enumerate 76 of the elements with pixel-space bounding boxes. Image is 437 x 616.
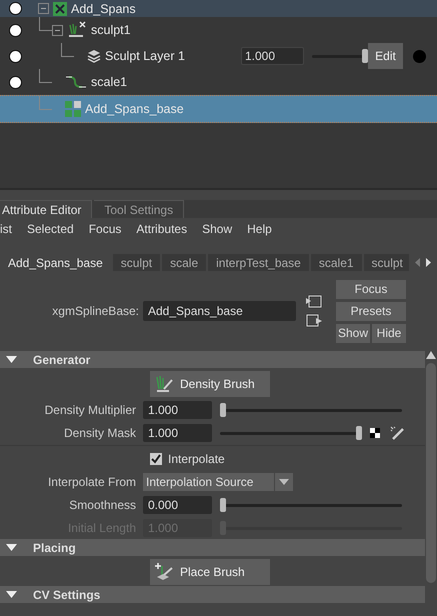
slider-track[interactable] xyxy=(312,49,368,63)
visibility-dot[interactable] xyxy=(8,24,22,36)
menu-item[interactable]: ist xyxy=(0,222,12,236)
input-connection-icon[interactable] xyxy=(306,295,322,308)
checker-icon[interactable] xyxy=(370,428,380,438)
grid-icon xyxy=(65,101,81,117)
node-tab[interactable]: scale1 xyxy=(310,254,362,271)
item-name: sculpt1 xyxy=(91,23,131,37)
slider-track[interactable] xyxy=(220,520,402,534)
scale-icon xyxy=(65,74,87,90)
section-header[interactable]: Placing xyxy=(0,539,425,556)
field-label: Density Mask xyxy=(62,426,137,440)
outliner-row[interactable]: scale1 xyxy=(0,69,437,95)
slider-thumb[interactable] xyxy=(220,402,226,416)
editor-button[interactable]: Hide xyxy=(372,324,406,342)
brush-button[interactable]: Density Brush xyxy=(150,371,270,397)
slider-thumb[interactable] xyxy=(362,49,368,63)
menu-item[interactable]: Focus xyxy=(88,222,122,236)
checkbox-label: Interpolate xyxy=(168,452,225,466)
slider-track[interactable] xyxy=(220,426,362,440)
editor-button[interactable]: Focus xyxy=(336,280,406,298)
menu-item[interactable]: Help xyxy=(247,222,272,236)
edit-button[interactable]: Edit xyxy=(368,43,403,69)
panel-tab[interactable]: Attribute Editor xyxy=(0,200,92,218)
outliner-row[interactable]: sculpt1 xyxy=(0,17,437,43)
collapse-icon[interactable] xyxy=(6,544,17,551)
brush-button[interactable]: Place Brush xyxy=(150,559,270,585)
visibility-dot[interactable] xyxy=(8,76,22,88)
output-connection-icon[interactable] xyxy=(306,314,322,327)
highlighted-outliner-row[interactable]: Add_Spans xyxy=(0,0,437,17)
outliner-row[interactable]: Sculpt Layer 1 1.000 Edit xyxy=(0,43,437,69)
slider-thumb[interactable] xyxy=(220,498,226,512)
editor-button[interactable]: Show xyxy=(336,324,370,342)
visibility-dot[interactable] xyxy=(8,2,22,15)
layers-icon xyxy=(87,49,101,63)
value-field[interactable]: 1.000 xyxy=(143,424,212,442)
selected-outliner-row[interactable]: Add_Spans_base xyxy=(0,95,437,123)
visibility-dot[interactable] xyxy=(8,50,22,62)
node-tab[interactable]: sculpt xyxy=(112,254,160,271)
item-name: Sculpt Layer 1 xyxy=(105,49,185,63)
paint-brush-icon[interactable] xyxy=(390,426,404,440)
section-header[interactable]: Generator xyxy=(0,351,425,368)
menu-item[interactable]: Attributes xyxy=(136,222,188,236)
dropdown[interactable]: Interpolation Source xyxy=(143,472,274,490)
field-label: Interpolate From xyxy=(46,474,137,488)
weight-field[interactable]: 1.000 xyxy=(241,47,304,65)
brush-icon xyxy=(67,21,87,39)
node-tab[interactable]: scale xyxy=(162,254,206,271)
field-label: Density Multiplier xyxy=(44,402,137,416)
right-arrow-icon[interactable] xyxy=(426,258,431,267)
node-tab[interactable]: interpTest_base xyxy=(208,254,309,271)
section-header[interactable]: CV Settings xyxy=(0,586,425,603)
node-name-field[interactable]: Add_Spans_base xyxy=(143,301,296,321)
value-field[interactable]: 1.000 xyxy=(143,400,212,418)
node-tab[interactable]: sculpt xyxy=(364,254,411,271)
node-type-label: xgmSplineBase: xyxy=(51,304,139,318)
checkbox[interactable] xyxy=(150,452,162,464)
item-name: Add_Spans_base xyxy=(85,102,184,116)
panel-tab[interactable]: Tool Settings xyxy=(94,200,184,218)
collapse-icon[interactable] xyxy=(6,591,17,598)
brush-icon xyxy=(154,562,174,582)
collapse-icon[interactable] xyxy=(6,356,17,363)
value-field[interactable]: 0.000 xyxy=(143,496,212,514)
field-label: Smoothness xyxy=(68,498,137,512)
slider-track[interactable] xyxy=(220,498,402,512)
slider-track[interactable] xyxy=(220,402,402,416)
menu-item[interactable]: Selected xyxy=(27,222,74,236)
menu-item[interactable]: Show xyxy=(202,222,232,236)
brush-icon xyxy=(154,374,174,394)
item-name: scale1 xyxy=(91,75,128,89)
slider-thumb[interactable] xyxy=(356,426,362,440)
collapse-icon[interactable] xyxy=(38,3,49,14)
status-dot xyxy=(413,50,426,62)
collapse-icon[interactable] xyxy=(52,24,63,36)
editor-button[interactable]: Presets xyxy=(336,302,406,320)
item-name: Add_Spans xyxy=(71,2,136,16)
